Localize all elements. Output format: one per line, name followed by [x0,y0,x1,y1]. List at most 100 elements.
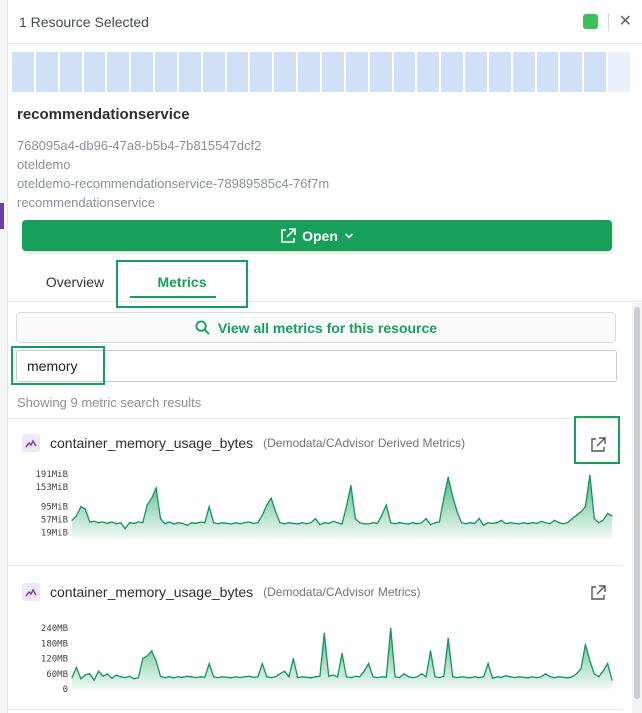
heatmap-cell[interactable] [59,52,82,92]
data-point [381,676,383,678]
data-point [177,676,179,678]
heatmap-cell[interactable] [369,52,392,92]
heatmap-cell[interactable] [393,52,416,92]
data-point [137,677,139,679]
data-point [483,524,485,526]
open-metric-external-link[interactable] [588,583,608,603]
data-point [531,676,533,678]
scrollbar[interactable] [632,303,642,713]
data-point [332,674,334,676]
data-point [474,522,476,524]
metric-card: container_memory_usage_bytes (Demodata/C… [8,582,622,712]
heatmap-cell[interactable] [441,52,464,92]
data-point [159,675,162,677]
heatmap-cell[interactable] [417,52,440,92]
data-point [173,523,175,525]
heatmap-cell[interactable] [298,52,320,92]
heatmap-cell[interactable] [608,52,630,92]
data-point [567,677,569,679]
data-point [394,523,396,525]
data-point [487,663,489,665]
heatmap-cell[interactable] [465,52,487,92]
data-point [527,677,529,679]
heatmap-cell[interactable] [512,52,535,92]
view-all-metrics-button[interactable]: View all metrics for this resource [16,312,616,343]
heatmap-cell[interactable] [584,52,607,92]
heatmap-cell[interactable] [107,52,130,92]
data-point [354,518,356,520]
data-point [602,519,604,521]
heatmap-cell[interactable] [226,52,249,92]
scrollbar-thumb[interactable] [634,307,640,699]
data-point [213,676,215,678]
tab-overview-label: Overview [45,274,105,290]
data-point [341,523,343,525]
heatmap-cell[interactable] [131,52,154,92]
data-point [398,677,401,679]
external-link-icon [281,227,296,243]
data-point [257,522,259,524]
data-point [549,523,551,525]
memory-usage-chart: 240MB 180MB 120MB 60MB 0 [41,624,613,695]
data-point [164,523,166,525]
data-point [416,676,418,678]
heatmap-cell[interactable] [321,52,344,92]
data-point [469,677,471,679]
y-tick-label: 57MiB [41,516,68,526]
y-tick-label: 60MB [46,670,68,680]
data-point [412,677,414,679]
heatmap-cell[interactable] [488,52,511,92]
data-point [580,668,582,670]
heatmap-cell[interactable] [345,52,368,92]
metric-search-field[interactable] [16,350,617,382]
heatmap-cell[interactable] [178,52,201,92]
metric-chart-icon [22,434,40,452]
data-point [279,673,281,675]
data-point [111,521,113,523]
data-point [173,677,175,679]
data-point [465,523,467,525]
data-point [186,675,188,677]
data-point [71,519,73,521]
data-point [102,675,104,677]
data-point [275,511,277,513]
metric-search-input[interactable] [17,351,616,381]
data-point [208,663,210,665]
heatmap-cell[interactable] [12,52,34,92]
data-point [571,676,573,678]
data-point [319,524,321,526]
heatmap-cell[interactable] [250,52,273,92]
data-point [576,673,578,675]
data-point [98,522,100,524]
data-point [469,522,471,524]
heatmap-cell[interactable] [35,52,58,92]
data-point [151,650,153,652]
heatmap-cell[interactable] [560,52,583,92]
data-point [111,677,113,679]
metric-name[interactable]: container_memory_usage_bytes [50,435,253,451]
data-point [226,676,228,678]
data-point [390,522,392,524]
close-icon[interactable]: ✕ [619,13,632,30]
heatmap-cell[interactable] [274,52,297,92]
data-point [115,674,117,676]
data-point [288,676,290,678]
data-point [429,524,432,526]
data-point [217,677,219,679]
heatmap-cell[interactable] [202,52,225,92]
heatmap-cell[interactable] [83,52,106,92]
metrics-content: View all metrics for this resource Showi… [8,303,632,713]
heatmap-cell[interactable] [536,52,559,92]
data-point [553,519,556,521]
external-link-icon [591,585,606,600]
open-button[interactable]: Open [22,220,612,251]
tab-metrics[interactable]: Metrics [116,260,248,308]
data-point [199,676,201,678]
heatmap-cell[interactable] [155,52,177,92]
background-page-sliver [0,0,8,713]
tab-overview[interactable]: Overview [30,262,120,302]
data-point [261,514,263,516]
y-tick-label: 240MB [41,624,68,634]
metric-name[interactable]: container_memory_usage_bytes [50,584,253,600]
data-point [137,521,139,523]
